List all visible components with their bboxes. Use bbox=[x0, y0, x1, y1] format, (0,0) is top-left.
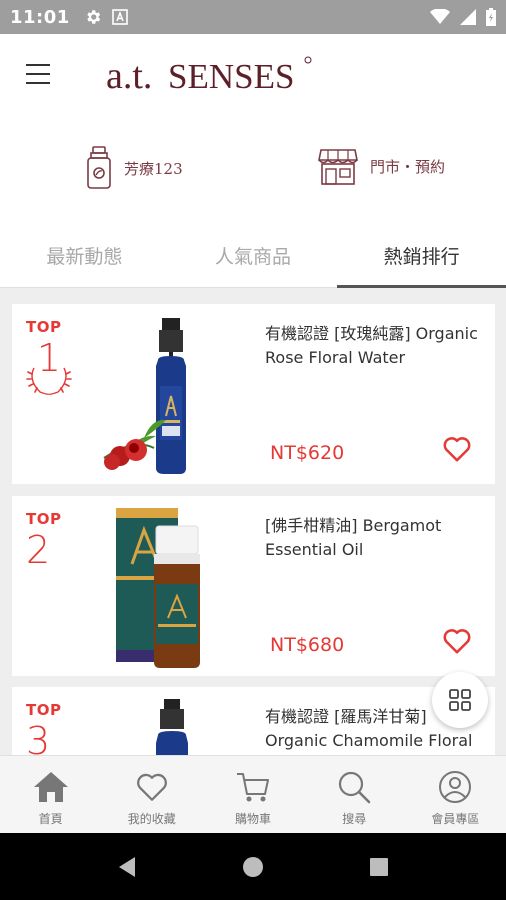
quick-links: 芳療123 門市‧預約 bbox=[0, 116, 506, 224]
storefront-icon bbox=[318, 149, 358, 185]
cart-icon bbox=[237, 773, 269, 802]
nav-home[interactable]: 首頁 bbox=[0, 756, 101, 833]
user-icon bbox=[439, 771, 472, 803]
brand-logo-suffix: SENSES bbox=[168, 57, 294, 96]
product-image-chamomile bbox=[156, 699, 188, 755]
status-time: 11:01 bbox=[10, 6, 70, 28]
grid-icon bbox=[449, 689, 471, 711]
favorite-heart-icon[interactable] bbox=[442, 434, 472, 464]
status-left-icons bbox=[84, 8, 128, 26]
favorite-heart-icon[interactable] bbox=[442, 626, 472, 656]
tab-bar: 最新動態 人氣商品 熱銷排行 bbox=[0, 224, 506, 288]
product-card[interactable]: TOP 1 有機認證 [玫瑰純露] Organic Rose Floral Wa… bbox=[12, 304, 495, 484]
essential-oil-bottle-icon bbox=[87, 146, 111, 189]
menu-icon[interactable] bbox=[26, 64, 50, 84]
notification-a-icon bbox=[111, 9, 128, 25]
product-image-bergamot-oil bbox=[116, 508, 200, 668]
laurel-wreath-icon bbox=[26, 367, 72, 395]
nav-member-label: 會員專區 bbox=[431, 812, 480, 826]
back-button[interactable] bbox=[64, 856, 190, 878]
quick-link-aromatherapy[interactable]: 芳療123 bbox=[86, 146, 183, 190]
cellular-signal-icon bbox=[460, 9, 476, 25]
nav-cart-label: 購物車 bbox=[235, 812, 272, 826]
tab-latest-news[interactable]: 最新動態 bbox=[0, 224, 169, 287]
product-card[interactable]: TOP 2 [佛手柑精油] Bergamot Essential Oil NT$… bbox=[12, 496, 495, 676]
brand-logo[interactable]: a.t. SENSES bbox=[106, 50, 316, 98]
search-icon bbox=[339, 771, 371, 804]
battery-icon bbox=[486, 8, 496, 26]
quick-link-aromatherapy-label: 芳療123 bbox=[124, 159, 183, 178]
product-list[interactable]: TOP 1 有機認證 [玫瑰純露] Organic Rose Floral Wa… bbox=[0, 288, 506, 755]
product-name: 有機認證 [玫瑰純露] Organic Rose Floral Water bbox=[265, 324, 478, 367]
status-right-icons bbox=[430, 8, 496, 26]
quick-link-store-booking[interactable]: 門市‧預約 bbox=[318, 146, 445, 186]
product-image-rose-water bbox=[103, 318, 186, 474]
product-name: [佛手柑精油] Bergamot Essential Oil bbox=[265, 516, 442, 559]
grid-view-button[interactable] bbox=[432, 672, 488, 728]
nav-search-label: 搜尋 bbox=[342, 812, 367, 826]
nav-member[interactable]: 會員專區 bbox=[405, 756, 506, 833]
heart-icon bbox=[136, 773, 167, 801]
bottom-nav: 首頁 我的收藏 購物車 搜尋 會員專區 bbox=[0, 755, 506, 833]
status-bar: 11:01 bbox=[0, 0, 506, 34]
android-nav-bar bbox=[0, 833, 506, 900]
product-price: NT$620 bbox=[270, 442, 345, 464]
nav-favorites[interactable]: 我的收藏 bbox=[101, 756, 202, 833]
product-price: NT$680 bbox=[270, 634, 345, 656]
app-header: a.t. SENSES bbox=[0, 34, 506, 116]
settings-gear-icon bbox=[87, 10, 100, 24]
home-circle-icon bbox=[243, 856, 263, 877]
back-triangle-icon bbox=[119, 856, 135, 877]
tab-best-sellers[interactable]: 熱銷排行 bbox=[337, 224, 506, 288]
brand-logo-prefix: a.t. bbox=[106, 55, 152, 97]
quick-link-store-booking-label: 門市‧預約 bbox=[370, 157, 446, 176]
nav-home-label: 首頁 bbox=[38, 812, 63, 826]
product-card[interactable]: TOP 3 有機認證 [羅馬洋甘菊] Organic Chamomile Flo… bbox=[12, 687, 495, 755]
tab-popular-products[interactable]: 人氣商品 bbox=[169, 224, 338, 287]
wifi-icon bbox=[430, 9, 450, 24]
recents-button[interactable] bbox=[316, 857, 442, 877]
home-button[interactable] bbox=[190, 856, 316, 878]
nav-search[interactable]: 搜尋 bbox=[304, 756, 405, 833]
recents-square-icon bbox=[370, 857, 388, 876]
nav-favorites-label: 我的收藏 bbox=[127, 812, 176, 826]
nav-cart[interactable]: 購物車 bbox=[202, 756, 303, 833]
home-icon bbox=[33, 772, 68, 802]
